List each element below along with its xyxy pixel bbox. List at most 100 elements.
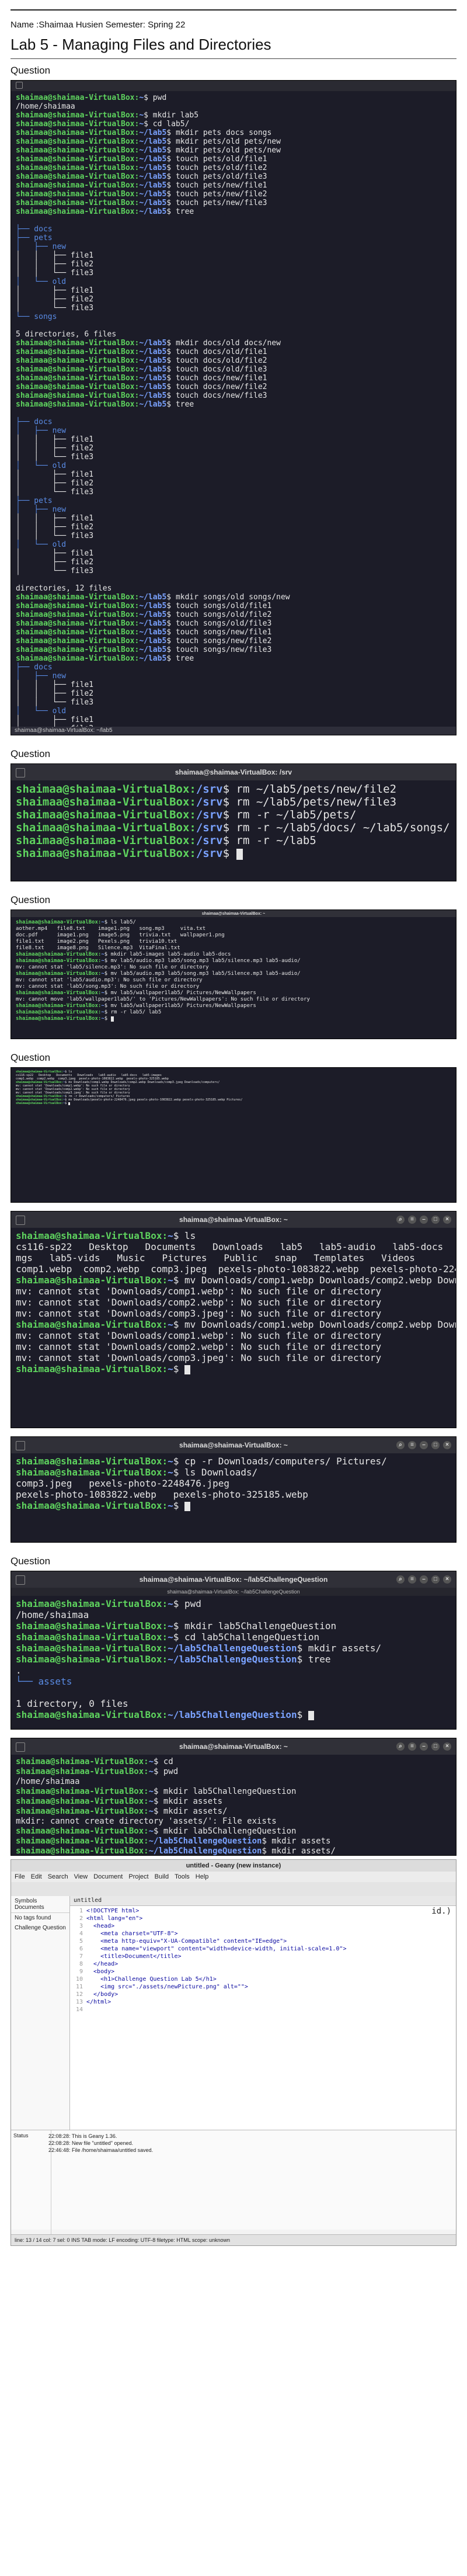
tree-line: │ │ └── file3 bbox=[16, 269, 94, 277]
command-text: $ pwd bbox=[173, 1598, 201, 1609]
command-text: $ touch songs/old/file2 bbox=[166, 610, 272, 619]
line-number: 7 bbox=[79, 1953, 83, 1960]
menu-item-edit[interactable]: Edit bbox=[31, 1873, 42, 1880]
prompt-path: ~ bbox=[168, 1275, 173, 1286]
command-text: $ mv lab5/wallpaper1lab5/ Pictures/NewWa… bbox=[104, 990, 256, 996]
close-icon[interactable]: × bbox=[443, 1575, 451, 1584]
prompt-host: shaimaa@shaimaa-VirtualBox: bbox=[16, 783, 196, 796]
msg-side-label[interactable]: Status bbox=[11, 2130, 51, 2234]
tree-line: │ │ ├── file2 bbox=[16, 523, 94, 532]
tree-line: │ ├── new bbox=[16, 242, 67, 251]
menu-item-help[interactable]: Help bbox=[196, 1873, 209, 1880]
minimize-icon[interactable]: – bbox=[420, 1742, 428, 1751]
prompt-path: ~ bbox=[139, 93, 144, 102]
tab-icon[interactable] bbox=[16, 1575, 25, 1585]
sidebar-item-challenge[interactable]: Challenge Question bbox=[11, 1923, 69, 1933]
prompt-host: shaimaa@shaimaa-VirtualBox: bbox=[16, 990, 102, 996]
maximize-icon[interactable]: □ bbox=[431, 1575, 440, 1584]
menu-item-project[interactable]: Project bbox=[128, 1873, 148, 1880]
tab-icon[interactable] bbox=[16, 1441, 25, 1450]
search-icon[interactable]: ⌕ bbox=[396, 1441, 405, 1449]
menu-icon[interactable]: ≡ bbox=[408, 1575, 416, 1584]
geany-code-area[interactable]: untitled 1 <!DOCTYPE html> 2 <html lang="en… bbox=[70, 1896, 456, 2130]
search-icon[interactable]: ⌕ bbox=[396, 1742, 405, 1751]
menu-item-tools[interactable]: Tools bbox=[175, 1873, 190, 1880]
prompt-host: shaimaa@shaimaa-VirtualBox: bbox=[16, 164, 140, 172]
editor-tab-untitled[interactable]: untitled bbox=[74, 1897, 102, 1904]
command-text: $ touch docs/new/file1 bbox=[166, 374, 267, 383]
geany-sidebar: Symbols Documents No tags found Challeng… bbox=[11, 1896, 70, 2130]
sidebar-item-no-tags: No tags found bbox=[15, 1915, 51, 1921]
menu-item-file[interactable]: File bbox=[15, 1873, 25, 1880]
prompt-path: ~ bbox=[148, 1767, 154, 1776]
maximize-icon[interactable]: □ bbox=[431, 1742, 440, 1751]
top-rule bbox=[0, 0, 467, 9]
prompt-host: shaimaa@shaimaa-VirtualBox: bbox=[16, 1009, 102, 1015]
search-icon[interactable]: ⌕ bbox=[396, 1575, 405, 1584]
command-text: $ mkdir lab5ChallengeQuestion bbox=[154, 1827, 297, 1836]
terminal-6-title: shaimaa@shaimaa-VirtualBox: ~ bbox=[179, 1441, 288, 1449]
code-line: 5 <meta http-equiv="X-UA-Compatible" con… bbox=[70, 1938, 456, 1945]
terminal-7-tab[interactable]: shaimaa@shaimaa-VirtualBox: ~/lab5Challe… bbox=[11, 1588, 456, 1596]
prompt-path: ~/lab5 bbox=[139, 602, 167, 610]
output-line: mv: cannot stat 'Downloads/comp3.jpeg': … bbox=[16, 1308, 382, 1319]
prompt-path: ~ bbox=[148, 1807, 154, 1816]
menu-item-search[interactable]: Search bbox=[48, 1873, 68, 1880]
code-line: 2 <html lang="en"> bbox=[70, 1915, 456, 1922]
tab-symbols[interactable]: Symbols bbox=[15, 1898, 37, 1904]
tab-icon[interactable] bbox=[16, 82, 23, 89]
command-text: $ tree bbox=[297, 1654, 331, 1665]
prompt-path: ~/lab5 bbox=[139, 146, 167, 155]
terminal-2: shaimaa@shaimaa-VirtualBox: /srv shaimaa… bbox=[11, 763, 456, 881]
terminal-3-output: shaimaa@shaimaa-VirtualBox:~$ ls lab5/ a… bbox=[11, 917, 456, 1025]
command-text: $ rm -r ~/lab5/pets/ bbox=[222, 808, 357, 821]
minimize-icon[interactable]: – bbox=[420, 1575, 428, 1584]
menu-icon[interactable]: ≡ bbox=[408, 1441, 416, 1449]
terminal-4-output: shaimaa@shaimaa-VirtualBox:~$ ls cs116-s… bbox=[11, 1068, 456, 1108]
prompt-host: shaimaa@shaimaa-VirtualBox: bbox=[16, 1363, 168, 1374]
tab-documents[interactable]: Documents bbox=[15, 1904, 44, 1911]
command-text: $ touch docs/new/file3 bbox=[166, 391, 267, 400]
minimize-icon[interactable]: – bbox=[420, 1216, 428, 1224]
prompt-host: shaimaa@shaimaa-VirtualBox: bbox=[16, 155, 140, 164]
tree-line: │ │ ├── file2 bbox=[16, 689, 94, 698]
command-text: $ touch pets/old/file1 bbox=[166, 155, 267, 164]
prompt-host: shaimaa@shaimaa-VirtualBox: bbox=[16, 952, 102, 957]
prompt-host: shaimaa@shaimaa-VirtualBox: bbox=[16, 111, 140, 120]
student-name: Name :Shaimaa Husien Semester: Spring 22 bbox=[11, 20, 186, 30]
terminal-8-title: shaimaa@shaimaa-VirtualBox: ~ bbox=[179, 1742, 288, 1751]
prompt-host: shaimaa@shaimaa-VirtualBox: bbox=[16, 356, 140, 365]
terminal-5-titlebar: shaimaa@shaimaa-VirtualBox: ~ ⌕ ≡ – □ × bbox=[11, 1211, 456, 1228]
tab-icon[interactable] bbox=[16, 1216, 25, 1225]
prompt-host: shaimaa@shaimaa-VirtualBox: bbox=[16, 796, 196, 808]
prompt-host: shaimaa@shaimaa-VirtualBox: bbox=[16, 365, 140, 374]
prompt-path: ~/lab5 bbox=[139, 164, 167, 172]
close-icon[interactable]: × bbox=[443, 1441, 451, 1449]
code-text: <img src="./assets/newPicture.png" alt="… bbox=[86, 1984, 248, 1990]
minimize-icon[interactable]: – bbox=[420, 1441, 428, 1449]
tree-line: │ │ ├── file2 bbox=[16, 260, 94, 269]
command-text: $ cd lab5ChallengeQuestion bbox=[173, 1631, 320, 1643]
prompt-path: ~/lab5 bbox=[139, 365, 167, 374]
terminal-4: shaimaa@shaimaa-VirtualBox:~$ ls cs116-s… bbox=[11, 1067, 456, 1203]
code-line: 6 <meta name="viewport" content="width=d… bbox=[70, 1945, 456, 1953]
output-line: pexels-photo-1083822.webp pexels-photo-3… bbox=[16, 1489, 308, 1500]
code-text: <meta name="viewport" content="width=dev… bbox=[86, 1946, 347, 1952]
menu-item-document[interactable]: Document bbox=[93, 1873, 123, 1880]
close-icon[interactable]: × bbox=[443, 1742, 451, 1751]
prompt-path: ~/lab5 bbox=[139, 181, 167, 190]
menu-icon[interactable]: ≡ bbox=[408, 1742, 416, 1751]
prompt-host: shaimaa@shaimaa-VirtualBox: bbox=[16, 137, 140, 146]
tab-icon[interactable] bbox=[16, 1742, 25, 1752]
menu-item-build[interactable]: Build bbox=[155, 1873, 169, 1880]
search-icon[interactable]: ⌕ bbox=[396, 1216, 405, 1224]
maximize-icon[interactable]: □ bbox=[431, 1441, 440, 1449]
maximize-icon[interactable]: □ bbox=[431, 1216, 440, 1224]
tab-icon[interactable] bbox=[16, 768, 25, 777]
code-line: 10 <h1>Challenge Question Lab 5</h1> bbox=[70, 1976, 456, 1983]
prompt-host: shaimaa@shaimaa-VirtualBox: bbox=[16, 654, 140, 663]
menu-icon[interactable]: ≡ bbox=[408, 1216, 416, 1224]
menu-item-view[interactable]: View bbox=[74, 1873, 88, 1880]
close-icon[interactable]: × bbox=[443, 1216, 451, 1224]
prompt-host: shaimaa@shaimaa-VirtualBox: bbox=[16, 593, 140, 602]
